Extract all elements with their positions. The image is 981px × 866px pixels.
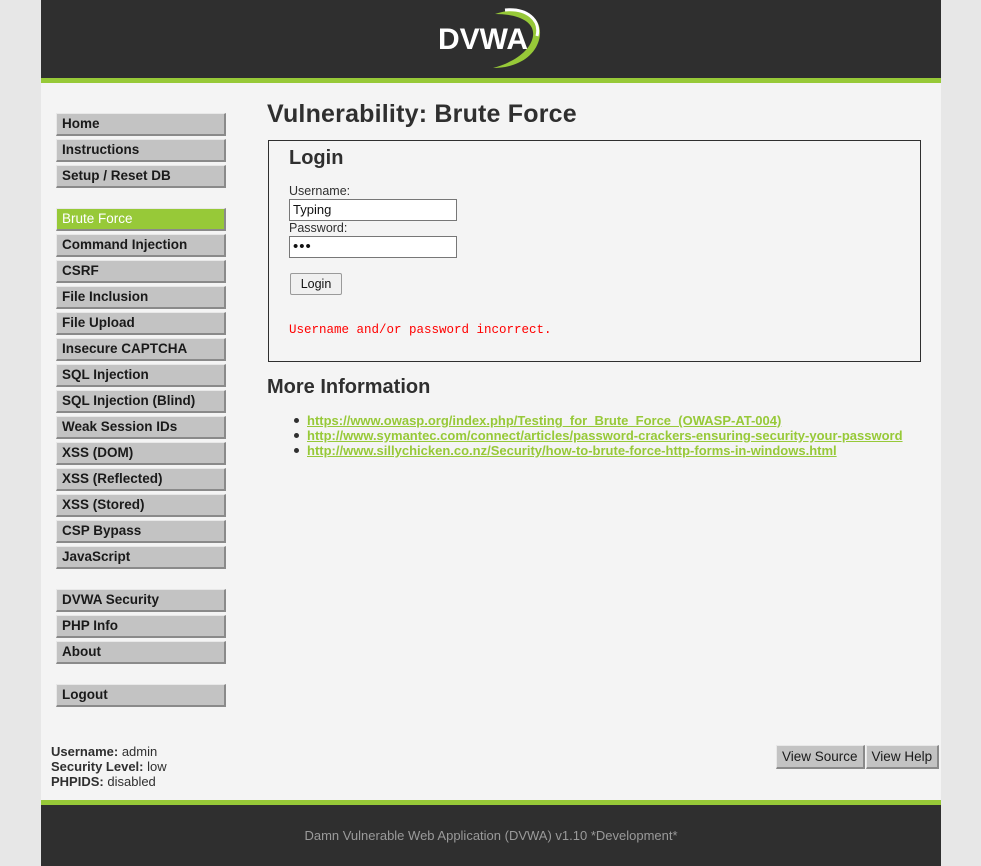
header: DVWA <box>41 0 941 83</box>
svg-text:DVWA: DVWA <box>438 23 528 56</box>
username-input[interactable]: Typing <box>289 199 457 221</box>
menu-item-xss-reflected[interactable]: XSS (Reflected) <box>56 468 226 491</box>
menu-item-php-info[interactable]: PHP Info <box>56 615 226 638</box>
footer: Damn Vulnerable Web Application (DVWA) v… <box>41 800 941 866</box>
menu-item-setup[interactable]: Setup / Reset DB <box>56 165 226 188</box>
more-info-heading: More Information <box>267 376 431 398</box>
page-container: DVWA Home Instructions Setup / Reset DB … <box>41 0 941 866</box>
view-source-button[interactable]: View Source <box>776 745 865 769</box>
username-label: Username: <box>289 184 351 198</box>
menu-item-csrf[interactable]: CSRF <box>56 260 226 283</box>
menu-item-weak-session-ids[interactable]: Weak Session IDs <box>56 416 226 439</box>
dvwa-logo[interactable]: DVWA <box>435 6 547 72</box>
phpids-label: PHPIDS: <box>51 774 104 789</box>
username-info-label: Username: <box>51 744 119 759</box>
menu-group-vulnerabilities: Brute Force Command Injection CSRF File … <box>56 208 226 572</box>
system-info: Username: admin Security Level: low PHPI… <box>51 744 167 789</box>
menu-item-xss-stored[interactable]: XSS (Stored) <box>56 494 226 517</box>
menu-item-command-injection[interactable]: Command Injection <box>56 234 226 257</box>
menu-group-main: Home Instructions Setup / Reset DB <box>56 113 226 191</box>
symantec-link[interactable]: http://www.symantec.com/connect/articles… <box>307 428 903 443</box>
menu-item-sql-injection[interactable]: SQL Injection <box>56 364 226 387</box>
menu-item-brute-force[interactable]: Brute Force <box>56 208 226 231</box>
menu-item-file-inclusion[interactable]: File Inclusion <box>56 286 226 309</box>
list-item: https://www.owasp.org/index.php/Testing_… <box>294 413 927 428</box>
view-help-button[interactable]: View Help <box>865 745 940 769</box>
menu-item-dvwa-security[interactable]: DVWA Security <box>56 589 226 612</box>
menu-group-settings: DVWA Security PHP Info About <box>56 589 226 667</box>
source-help-buttons: View Source View Help <box>776 745 940 769</box>
error-message: Username and/or password incorrect. <box>289 323 552 337</box>
username-info-value: admin <box>121 744 158 759</box>
menu-item-file-upload[interactable]: File Upload <box>56 312 226 335</box>
main-content: Vulnerability: Brute Force Login Usernam… <box>267 100 927 458</box>
menu-item-home[interactable]: Home <box>56 113 226 136</box>
owasp-link[interactable]: https://www.owasp.org/index.php/Testing_… <box>307 413 781 428</box>
list-item: http://www.sillychicken.co.nz/Security/h… <box>294 443 927 458</box>
menu-group-logout: Logout <box>56 684 226 710</box>
menu-item-insecure-captcha[interactable]: Insecure CAPTCHA <box>56 338 226 361</box>
password-input[interactable]: ••• <box>289 236 457 258</box>
sillychicken-link[interactable]: http://www.sillychicken.co.nz/Security/h… <box>307 443 837 458</box>
menu-item-sql-injection-blind[interactable]: SQL Injection (Blind) <box>56 390 226 413</box>
login-heading: Login <box>289 147 344 169</box>
security-level-value: low <box>147 759 167 774</box>
more-info-links: https://www.owasp.org/index.php/Testing_… <box>294 413 927 458</box>
login-form-area: Login Username: Typing Password: ••• Log… <box>268 140 921 362</box>
password-label: Password: <box>289 221 348 235</box>
page-title: Vulnerability: Brute Force <box>267 100 577 128</box>
menu-item-logout[interactable]: Logout <box>56 684 226 707</box>
menu-item-xss-dom[interactable]: XSS (DOM) <box>56 442 226 465</box>
security-level-label: Security Level: <box>51 759 144 774</box>
footer-text: Damn Vulnerable Web Application (DVWA) v… <box>304 828 678 843</box>
phpids-value: disabled <box>107 774 156 789</box>
login-button[interactable]: Login <box>290 273 342 295</box>
menu-item-javascript[interactable]: JavaScript <box>56 546 226 569</box>
menu-item-about[interactable]: About <box>56 641 226 664</box>
menu-item-instructions[interactable]: Instructions <box>56 139 226 162</box>
menu-item-csp-bypass[interactable]: CSP Bypass <box>56 520 226 543</box>
list-item: http://www.symantec.com/connect/articles… <box>294 428 927 443</box>
